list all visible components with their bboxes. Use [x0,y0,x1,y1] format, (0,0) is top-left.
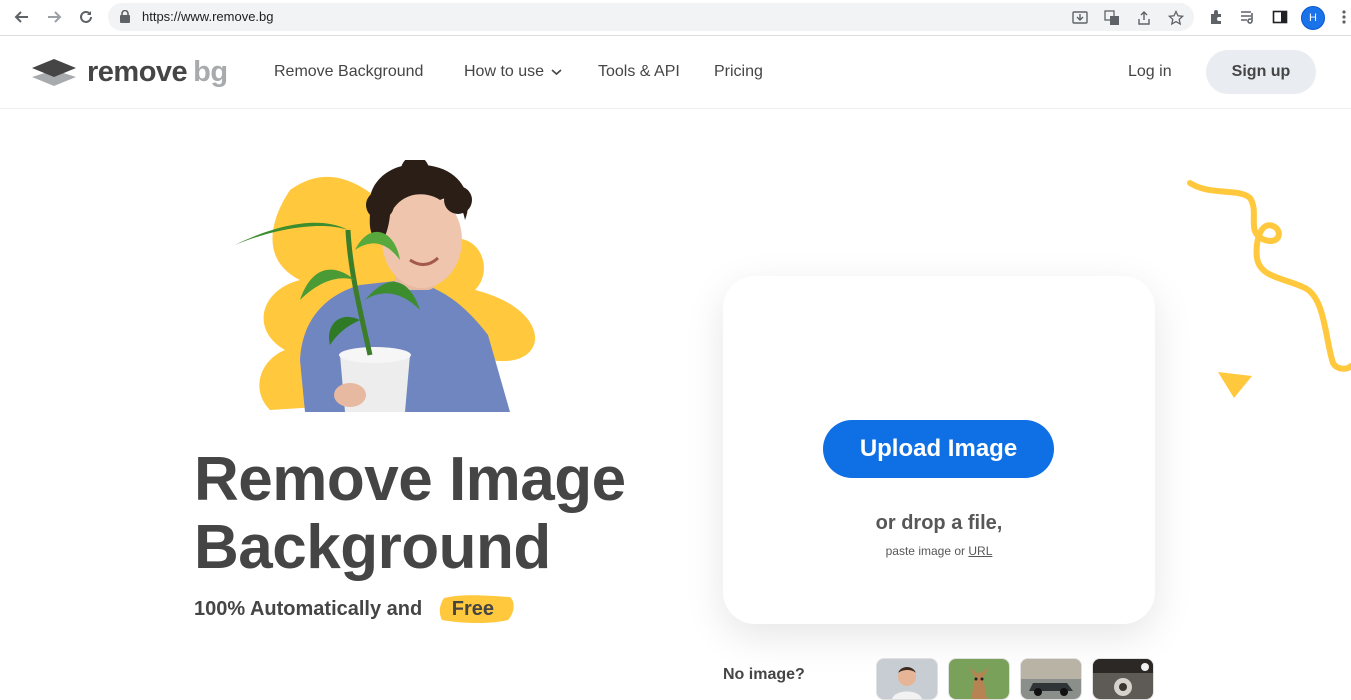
url-link[interactable]: URL [968,544,992,558]
reload-icon[interactable] [76,7,96,27]
signup-button[interactable]: Sign up [1206,50,1316,94]
hero-subtitle-text: 100% Automatically and [194,598,423,620]
sample-thumb-car[interactable] [1020,658,1082,700]
hero-subtitle: 100% Automatically and Free [194,595,514,624]
nav-how-to-use-label: How to use [464,63,545,80]
chevron-down-icon [550,69,562,76]
lock-icon [120,9,130,28]
free-badge: Free [438,595,514,624]
paste-image-text: paste image or URL [723,544,1155,558]
profile-avatar[interactable]: H [1301,6,1325,30]
upload-card[interactable]: Upload Image or drop a file, paste image… [723,276,1155,624]
menu-kebab-icon[interactable] [1334,7,1351,27]
squiggle-decoration [1187,180,1351,372]
no-image-label: No image? [723,666,805,683]
url-text: https://www.remove.bg [142,9,274,24]
extensions-icon[interactable] [1206,7,1226,27]
hero-title-line-1: Remove Image [194,445,626,514]
address-bar[interactable]: https://www.remove.bg [108,3,1194,31]
nav-pricing[interactable]: Pricing [714,63,763,81]
nav-how-to-use[interactable]: How to use [464,63,562,81]
back-icon[interactable] [12,7,32,27]
side-panel-icon[interactable] [1270,7,1290,27]
logo-word-bg: bg [193,55,228,88]
paste-image-label: paste image or [885,544,966,558]
login-link[interactable]: Log in [1128,63,1172,81]
translate-icon[interactable] [1104,10,1120,26]
share-icon[interactable] [1136,10,1152,26]
sample-thumb-object[interactable] [1092,658,1154,700]
free-badge-label: Free [451,598,495,620]
sample-thumb-person[interactable] [876,658,938,700]
drop-file-text: or drop a file, [875,512,1003,534]
install-icon[interactable] [1072,10,1088,26]
logo-layers-icon [32,59,76,86]
hero-image [235,160,536,412]
logo[interactable]: remove bg [31,56,228,88]
reading-list-icon[interactable] [1238,7,1258,27]
browser-toolbar: https://www.remove.bg H [0,0,1351,36]
hero-title-line-2: Background [194,513,551,582]
forward-icon[interactable] [44,7,64,27]
upload-image-button[interactable]: Upload Image [823,420,1054,478]
bookmark-star-icon[interactable] [1168,10,1184,26]
site-header: remove bg Remove Background How to use To… [0,36,1351,109]
logo-word-remove: remove [87,55,188,88]
nav-remove-background[interactable]: Remove Background [274,63,423,81]
hero-title: Remove Image Background [194,446,714,582]
sample-thumb-animal[interactable] [948,658,1010,700]
nav-tools-api[interactable]: Tools & API [598,63,680,81]
triangle-decoration [1218,372,1252,398]
